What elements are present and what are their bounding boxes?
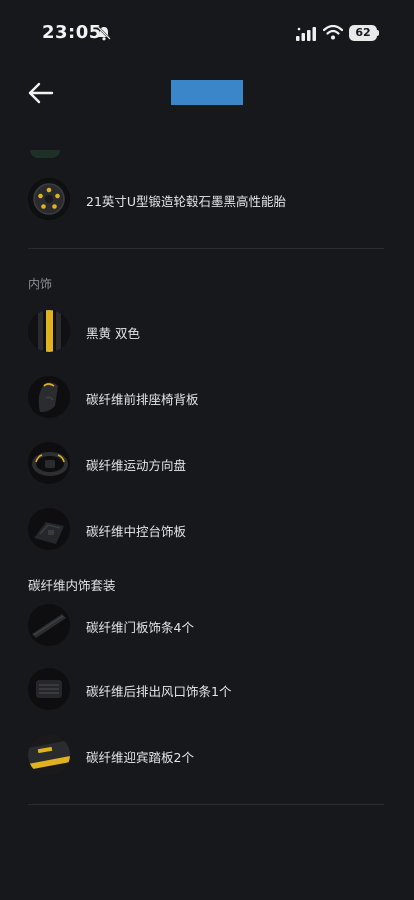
option-label: 碳纤维运动方向盘 <box>86 458 187 473</box>
wheel-thumbnail <box>28 178 70 220</box>
option-item-wheels[interactable]: 21英寸U型锻造轮毂石墨黑高性能胎 <box>28 178 388 222</box>
divider <box>28 804 384 805</box>
top-navigation <box>0 66 414 126</box>
battery-tip <box>377 30 379 36</box>
battery-indicator: 62 <box>349 25 377 41</box>
option-label: 碳纤维迎宾踏板2个 <box>86 750 194 765</box>
option-label: 碳纤维后排出风口饰条1个 <box>86 684 232 699</box>
option-label: 碳纤维门板饰条4个 <box>86 620 194 635</box>
section-title-interior: 内饰 <box>28 277 53 291</box>
section-title-carbon-kit: 碳纤维内饰套装 <box>28 578 116 593</box>
steering-wheel-thumbnail <box>28 442 70 484</box>
option-item-steering-wheel[interactable]: 碳纤维运动方向盘 <box>28 442 388 486</box>
divider <box>28 248 384 249</box>
option-label: 黑黄 双色 <box>86 326 140 341</box>
option-item-console[interactable]: 碳纤维中控台饰板 <box>28 508 388 552</box>
door-trim-thumbnail <box>28 604 70 646</box>
wifi-icon <box>322 24 344 44</box>
option-label: 碳纤维中控台饰板 <box>86 524 187 539</box>
cellular-signal-icon <box>296 26 318 45</box>
option-item-sill-plate[interactable]: 碳纤维迎宾踏板2个 <box>28 734 388 778</box>
console-thumbnail <box>28 508 70 550</box>
arrow-left-icon <box>28 82 54 104</box>
option-label: 21英寸U型锻造轮毂石墨黑高性能胎 <box>86 194 287 209</box>
color-swatch-thumbnail <box>28 310 70 352</box>
option-label: 碳纤维前排座椅背板 <box>86 392 199 407</box>
option-item-seat-back[interactable]: 碳纤维前排座椅背板 <box>28 376 388 420</box>
status-bar: 23:05 62 <box>0 0 414 66</box>
page-title-redacted <box>171 80 243 105</box>
air-vent-thumbnail <box>28 668 70 710</box>
sill-plate-thumbnail <box>28 734 70 776</box>
option-item-color[interactable]: 黑黄 双色 <box>28 310 388 354</box>
status-time: 23:05 <box>42 22 102 43</box>
option-item-air-vent[interactable]: 碳纤维后排出风口饰条1个 <box>28 668 388 712</box>
option-item-door-trim[interactable]: 碳纤维门板饰条4个 <box>28 604 388 648</box>
scrolled-thumbnail-edge <box>30 150 60 158</box>
seat-back-thumbnail <box>28 376 70 418</box>
mute-bell-icon <box>96 25 112 45</box>
back-button[interactable] <box>26 80 56 106</box>
